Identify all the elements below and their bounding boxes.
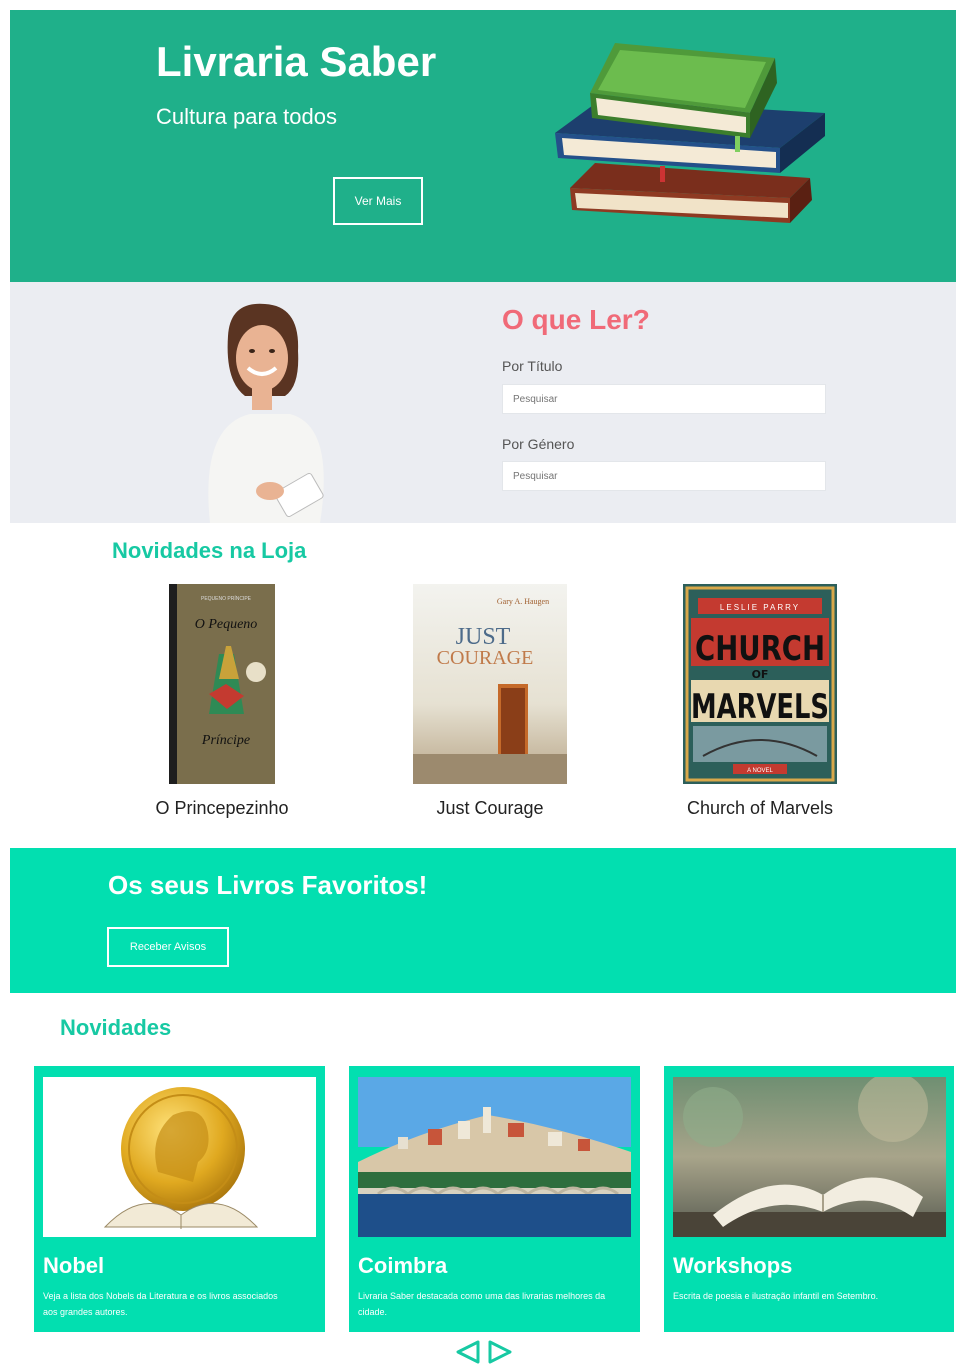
news-card-title: Nobel	[43, 1253, 105, 1278]
cover-top-text: PEQUENO PRÍNCIPE	[201, 595, 252, 602]
search-section: O que Ler? Por Título Por Género	[10, 282, 956, 523]
books-stack-image	[555, 43, 825, 223]
news-card-text: Veja a lista dos Nobels da Literatura e …	[43, 1291, 278, 1317]
book-item-just-courage[interactable]: Gary A. Haugen JUST COURAGE Just Courage	[412, 584, 568, 819]
favorites-title: Os seus Livros Favoritos!	[108, 870, 428, 900]
hero-subtitle: Cultura para todos	[156, 104, 337, 129]
cover-title-line1: O Pequeno	[195, 617, 258, 632]
news-title: Novidades	[60, 1015, 172, 1040]
book-cover-church-of-marvels[interactable]: LESLIE PARRY CHURCH OF MARVELS A NOVEL	[683, 584, 837, 784]
book-item-church-of-marvels[interactable]: LESLIE PARRY CHURCH OF MARVELS A NOVEL C…	[672, 584, 848, 819]
book-caption[interactable]: Just Courage	[412, 798, 568, 819]
new-in-store-title: Novidades na Loja	[112, 538, 306, 564]
news-card-workshops[interactable]: Workshops Escrita de poesia e ilustração…	[664, 1066, 954, 1332]
cover-title-line1: CHURCH	[695, 629, 825, 669]
genre-search-input[interactable]	[502, 461, 826, 491]
favorites-banner: Os seus Livros Favoritos! Receber Avisos	[10, 848, 956, 993]
title-search-input[interactable]	[502, 384, 826, 414]
cover-bottom-text: A NOVEL	[747, 768, 773, 774]
news-card-title: Workshops	[673, 1253, 793, 1278]
news-card-nobel[interactable]: Nobel Veja a lista dos Nobels da Literat…	[34, 1066, 325, 1332]
nobel-medal-image	[43, 1077, 316, 1237]
book-cover-just-courage[interactable]: Gary A. Haugen JUST COURAGE	[413, 584, 567, 784]
coimbra-city-image	[358, 1077, 631, 1237]
news-card-coimbra[interactable]: Coimbra Livraria Saber destacada como um…	[349, 1066, 640, 1332]
book-caption[interactable]: Church of Marvels	[672, 798, 848, 819]
cover-title-line3: MARVELS	[691, 687, 829, 727]
book-item-principezinho[interactable]: PEQUENO PRÍNCIPE O Pequeno Príncipe O Pr…	[148, 584, 296, 819]
news-card-title: Coimbra	[358, 1253, 448, 1278]
cover-title-line2: OF	[752, 668, 769, 681]
cover-author: Gary A. Haugen	[497, 597, 549, 606]
search-title: O que Ler?	[502, 304, 650, 335]
book-caption[interactable]: O Princepezinho	[148, 798, 296, 819]
news-card-text: Escrita de poesia e ilustração infantil …	[673, 1291, 879, 1301]
new-in-store-title-bold: na Loja	[229, 538, 307, 563]
open-book-image	[673, 1077, 946, 1237]
ver-mais-button[interactable]: Ver Mais	[333, 177, 423, 225]
title-search-label: Por Título	[502, 358, 563, 374]
cover-title-line2: COURAGE	[437, 647, 534, 669]
genre-search-label: Por Género	[502, 436, 575, 452]
arrow-left-icon[interactable]	[454, 1340, 480, 1364]
news-card-text: Livraria Saber destacada como uma das li…	[358, 1291, 606, 1317]
woman-photo	[208, 303, 324, 523]
book-cover-principezinho[interactable]: PEQUENO PRÍNCIPE O Pequeno Príncipe	[169, 584, 275, 784]
hero-title: Livraria Saber	[156, 38, 437, 85]
arrow-right-icon[interactable]	[488, 1340, 514, 1364]
cover-title-line2: Príncipe	[201, 733, 250, 748]
receber-avisos-button[interactable]: Receber Avisos	[107, 927, 229, 967]
cover-author: LESLIE PARRY	[720, 603, 800, 612]
hero-banner: Livraria Saber Cultura para todos Ver Ma…	[10, 10, 956, 282]
new-in-store-title-light: Novidades	[112, 538, 224, 563]
carousel-controls	[452, 1340, 518, 1364]
